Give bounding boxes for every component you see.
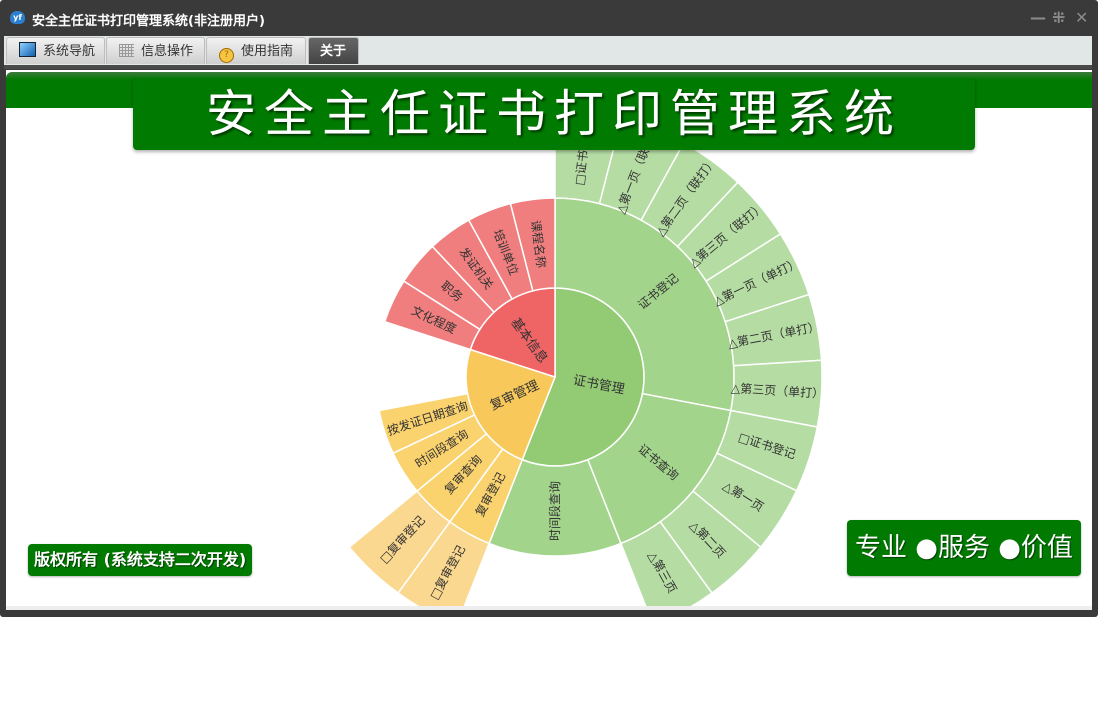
- tab-label: 使用指南: [241, 44, 294, 59]
- tab-label: 关于: [320, 44, 347, 59]
- tab-system-nav[interactable]: 系统导航: [6, 37, 105, 64]
- copyright-badge: 版权所有 (系统支持二次开发): [28, 544, 253, 576]
- tab-info-ops[interactable]: 信息操作: [106, 37, 205, 64]
- tab-user-guide[interactable]: ? 使用指南: [206, 37, 306, 64]
- slogan-badge: 专业 ●服务 ●价值: [847, 520, 1081, 576]
- grid-icon: [119, 44, 134, 57]
- restore-icon[interactable]: ⁜: [1052, 8, 1065, 27]
- minimize-icon[interactable]: —: [1030, 8, 1046, 27]
- divider: [4, 65, 1092, 69]
- status-bar: [6, 606, 1092, 610]
- close-icon[interactable]: ✕: [1075, 8, 1088, 27]
- title-bar: yf 安全主任证书打印管理系统(非注册用户) — ⁜ ✕: [0, 0, 1098, 36]
- help-icon: ?: [219, 48, 234, 63]
- page-title: 安全主任证书打印管理系统: [133, 78, 975, 150]
- about-panel: 证书管理 证书登记 □证书登记 △第一页（联打） △第二页（联打） △第三页（联打） △第一…: [6, 70, 1092, 608]
- tab-about[interactable]: 关于: [308, 37, 359, 64]
- monitor-icon: [19, 42, 36, 57]
- tab-label: 信息操作: [141, 44, 194, 59]
- tab-bar: 系统导航 信息操作 ? 使用指南 关于: [4, 36, 1092, 65]
- window-title: 安全主任证书打印管理系统(非注册用户): [32, 14, 265, 29]
- app-window: yf 安全主任证书打印管理系统(非注册用户) — ⁜ ✕ 系统导航 信息操作 ?…: [0, 0, 1098, 617]
- yf-cloud-icon: yf: [10, 11, 25, 24]
- tab-label: 系统导航: [43, 44, 96, 59]
- sunburst-label: 时间段查询: [547, 481, 562, 541]
